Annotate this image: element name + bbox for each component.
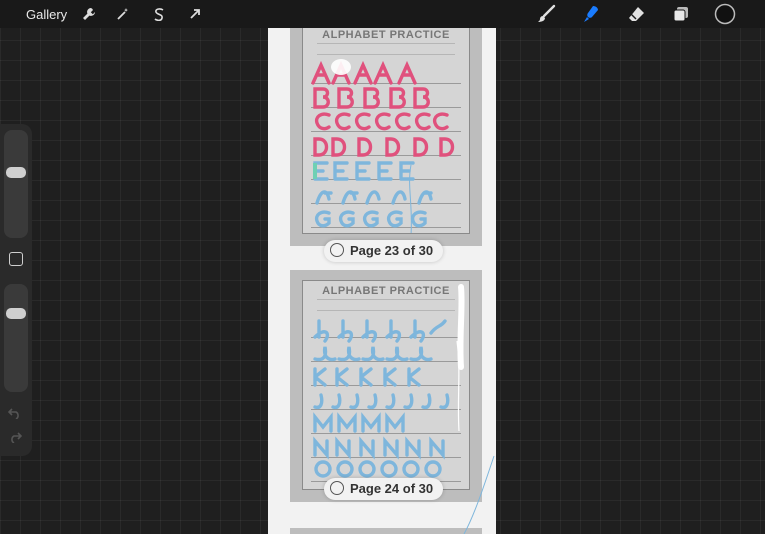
top-toolbar: Gallery: [0, 0, 765, 28]
stray-stroke: [463, 455, 495, 534]
selection-icon[interactable]: [150, 5, 168, 23]
magic-wand-icon[interactable]: [114, 5, 132, 23]
opacity-knob[interactable]: [6, 308, 26, 319]
brush-size-slider[interactable]: [4, 130, 28, 238]
transform-arrow-icon[interactable]: [186, 5, 204, 23]
smudge-icon[interactable]: [580, 3, 602, 25]
brush-size-knob[interactable]: [6, 167, 26, 178]
wrench-icon[interactable]: [80, 5, 98, 23]
eraser-icon[interactable]: [625, 3, 647, 25]
undo-icon[interactable]: [7, 406, 22, 424]
opacity-slider[interactable]: [4, 284, 28, 392]
layers-icon[interactable]: [670, 3, 692, 25]
color-icon[interactable]: [714, 3, 736, 25]
redo-icon[interactable]: [8, 430, 23, 448]
gallery-button[interactable]: Gallery: [26, 7, 67, 22]
sidebar: [0, 124, 32, 456]
page-strip: ALPHABET PRACTICE Page 23 of 30 ALPHABET…: [268, 28, 496, 534]
modify-button[interactable]: [9, 252, 23, 266]
brush-icon[interactable]: [535, 3, 557, 25]
